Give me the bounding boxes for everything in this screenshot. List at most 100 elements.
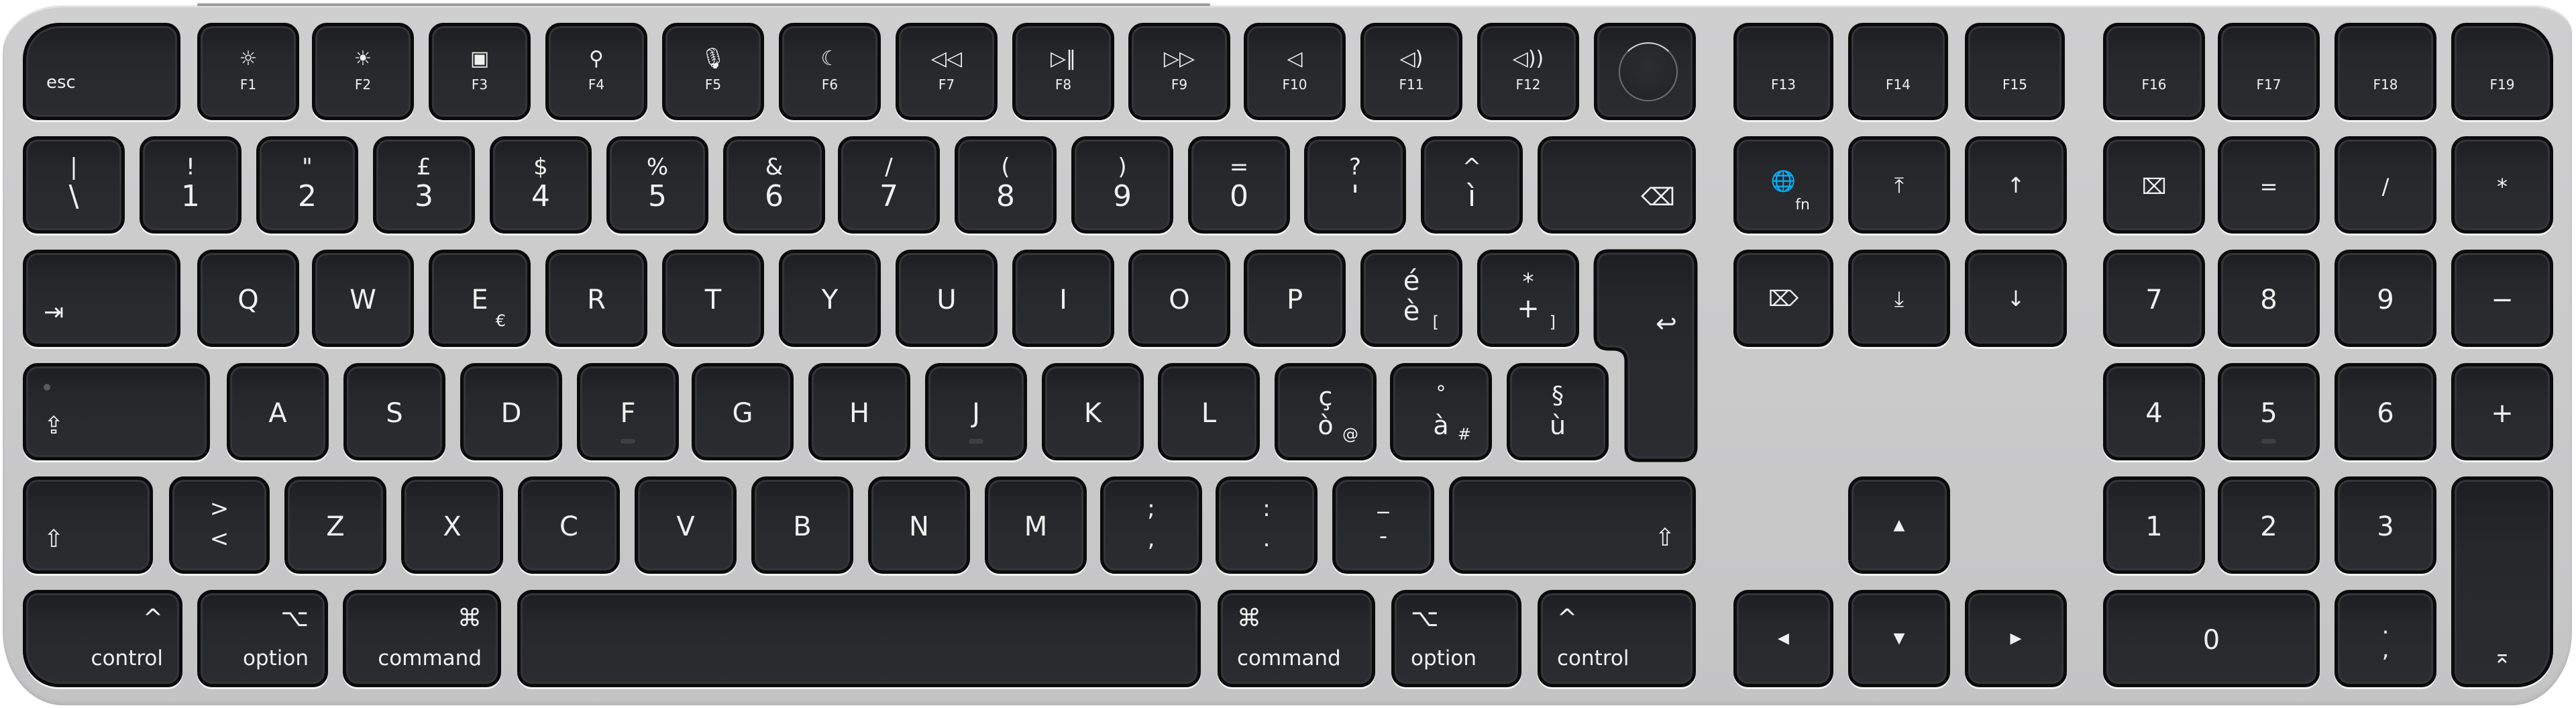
key-s[interactable]: S [343, 363, 445, 460]
key-arrow-right[interactable]: ▶ [1965, 590, 2067, 687]
key-underscore[interactable]: _ - [1332, 476, 1434, 574]
key-f13[interactable]: F13 [1733, 23, 1833, 120]
key-g[interactable]: G [692, 363, 794, 460]
key-number-row-4[interactable]: $4 [490, 136, 592, 234]
key-left-option[interactable]: ⌥ option [197, 590, 328, 687]
key-number-row-9[interactable]: ) 9 [1071, 136, 1173, 234]
key-f2[interactable]: ☀ F2 [312, 23, 414, 120]
key-z[interactable]: Z [284, 476, 386, 574]
key-f8[interactable]: ▷‖ F8 [1012, 23, 1114, 120]
key-space[interactable] [517, 590, 1201, 687]
key-y[interactable]: Y [779, 250, 881, 347]
key-x[interactable]: X [401, 476, 503, 574]
key-k[interactable]: K [1042, 363, 1144, 460]
key-f1[interactable]: ☼ F1 [197, 23, 299, 120]
key-numpad-row2-1[interactable]: 8 [2218, 250, 2320, 347]
key-numpad-enter[interactable]: ⌅ [2451, 476, 2553, 687]
key-numpad-row4-1[interactable]: 2 [2218, 476, 2320, 574]
key-q[interactable]: Q [197, 250, 299, 347]
key-number-row-6[interactable]: & 6 [723, 136, 825, 234]
key-agrave[interactable]: ° à # [1390, 363, 1492, 460]
key-d[interactable]: D [460, 363, 562, 460]
key-home[interactable]: ⤒ [1848, 136, 1950, 234]
key-n[interactable]: N [868, 476, 970, 574]
key-a[interactable]: A [227, 363, 329, 460]
key-f[interactable]: F [577, 363, 679, 460]
key-arrow-up[interactable]: ▲ [1848, 476, 1950, 574]
key-egrave[interactable]: é è [ [1360, 250, 1462, 347]
key-w[interactable]: W [312, 250, 414, 347]
key-esc[interactable]: esc [23, 23, 180, 120]
key-number-row-12[interactable]: ^ ì [1421, 136, 1523, 234]
key-numpad-row3-3[interactable]: + [2451, 363, 2553, 460]
key-f7[interactable]: ◁◁ F7 [896, 23, 998, 120]
key-right-command[interactable]: ⌘ command [1218, 590, 1375, 687]
key-l[interactable]: L [1158, 363, 1260, 460]
key-arrow-down[interactable]: ▼ [1848, 590, 1950, 687]
key-f5[interactable]: 🎙 F5 [662, 23, 764, 120]
key-number-row-3[interactable]: £3 [373, 136, 475, 234]
key-numpad-row1-1[interactable]: = [2218, 136, 2320, 234]
key-numpad-row4-0[interactable]: 1 [2103, 476, 2205, 574]
key-ugrave[interactable]: § ù [1507, 363, 1609, 460]
key-caps-lock[interactable]: ⇪ [23, 363, 210, 460]
key-numpad-row3-1[interactable]: 5 [2218, 363, 2320, 460]
key-left-shift[interactable]: ⇧ [23, 476, 153, 574]
key-number-row-7[interactable]: /7 [838, 136, 940, 234]
key-tab[interactable]: ⇥ [23, 250, 180, 347]
key-page-down[interactable]: ↓ [1965, 250, 2067, 347]
key-numpad-row2-2[interactable]: 9 [2334, 250, 2436, 347]
key-right-control[interactable]: ^ control [1538, 590, 1696, 687]
key-numpad-row1-2[interactable]: / [2334, 136, 2436, 234]
key-numpad-row3-2[interactable]: 6 [2334, 363, 2436, 460]
key-left-control[interactable]: ^ control [23, 590, 182, 687]
key-number-row-2[interactable]: " 2 [256, 136, 358, 234]
key-numpad-row4-2[interactable]: 3 [2334, 476, 2436, 574]
key-number-row-0[interactable]: | \ [23, 136, 125, 234]
key-f6[interactable]: ☾ F6 [779, 23, 881, 120]
key-number-row-5[interactable]: % 5 [606, 136, 708, 234]
key-number-row-10[interactable]: = 0 [1188, 136, 1290, 234]
key-number-row-1[interactable]: ! 1 [140, 136, 241, 234]
key-end[interactable]: ⤓ [1848, 250, 1950, 347]
key-f17[interactable]: F17 [2218, 23, 2320, 120]
key-left-command[interactable]: ⌘ command [343, 590, 501, 687]
key-numpad-row2-3[interactable]: − [2451, 250, 2553, 347]
key-number-row-8[interactable]: (8 [955, 136, 1057, 234]
key-f10[interactable]: ◁ F10 [1244, 23, 1346, 120]
key-arrow-left[interactable]: ◀ [1733, 590, 1833, 687]
key-right-shift[interactable]: ⇧ [1449, 476, 1696, 574]
key-page-up[interactable]: ↑ [1965, 136, 2067, 234]
key-e[interactable]: E € [429, 250, 531, 347]
key-f4[interactable]: ⚲ F4 [545, 23, 647, 120]
key-p[interactable]: P [1244, 250, 1346, 347]
key-numpad-row1-0[interactable]: ⌧ [2103, 136, 2205, 234]
key-ograve[interactable]: ç ò @ [1275, 363, 1377, 460]
key-j[interactable]: J [925, 363, 1027, 460]
key-f18[interactable]: F18 [2334, 23, 2436, 120]
key-o[interactable]: O [1128, 250, 1230, 347]
key-numpad-row1-3[interactable]: * [2451, 136, 2553, 234]
key-v[interactable]: V [635, 476, 737, 574]
key-numpad-decimal[interactable]: . , [2334, 590, 2436, 687]
key-m[interactable]: M [985, 476, 1087, 574]
key-f11[interactable]: ◁) F11 [1360, 23, 1462, 120]
key-f15[interactable]: F15 [1965, 23, 2065, 120]
key-f16[interactable]: F16 [2103, 23, 2205, 120]
key-u[interactable]: U [896, 250, 998, 347]
key-numpad-0[interactable]: 0 [2103, 590, 2320, 687]
key-i[interactable]: I [1012, 250, 1114, 347]
key-h[interactable]: H [808, 363, 910, 460]
key-f9[interactable]: ▷▷ F9 [1128, 23, 1230, 120]
key-plus[interactable]: * + ] [1477, 250, 1579, 347]
key-r[interactable]: R [545, 250, 647, 347]
key-colon[interactable]: : . [1216, 476, 1318, 574]
key-f3[interactable]: ▣ F3 [429, 23, 531, 120]
key-semicolon[interactable]: ; , [1100, 476, 1202, 574]
key-forward-delete[interactable]: ⌦ [1733, 250, 1833, 347]
key-f14[interactable]: F14 [1848, 23, 1948, 120]
key-right-option[interactable]: ⌥ option [1391, 590, 1521, 687]
key-f12[interactable]: ◁)) F12 [1477, 23, 1579, 120]
key-numpad-row2-0[interactable]: 7 [2103, 250, 2205, 347]
key-fn-globe[interactable]: 🌐 fn [1733, 136, 1833, 234]
